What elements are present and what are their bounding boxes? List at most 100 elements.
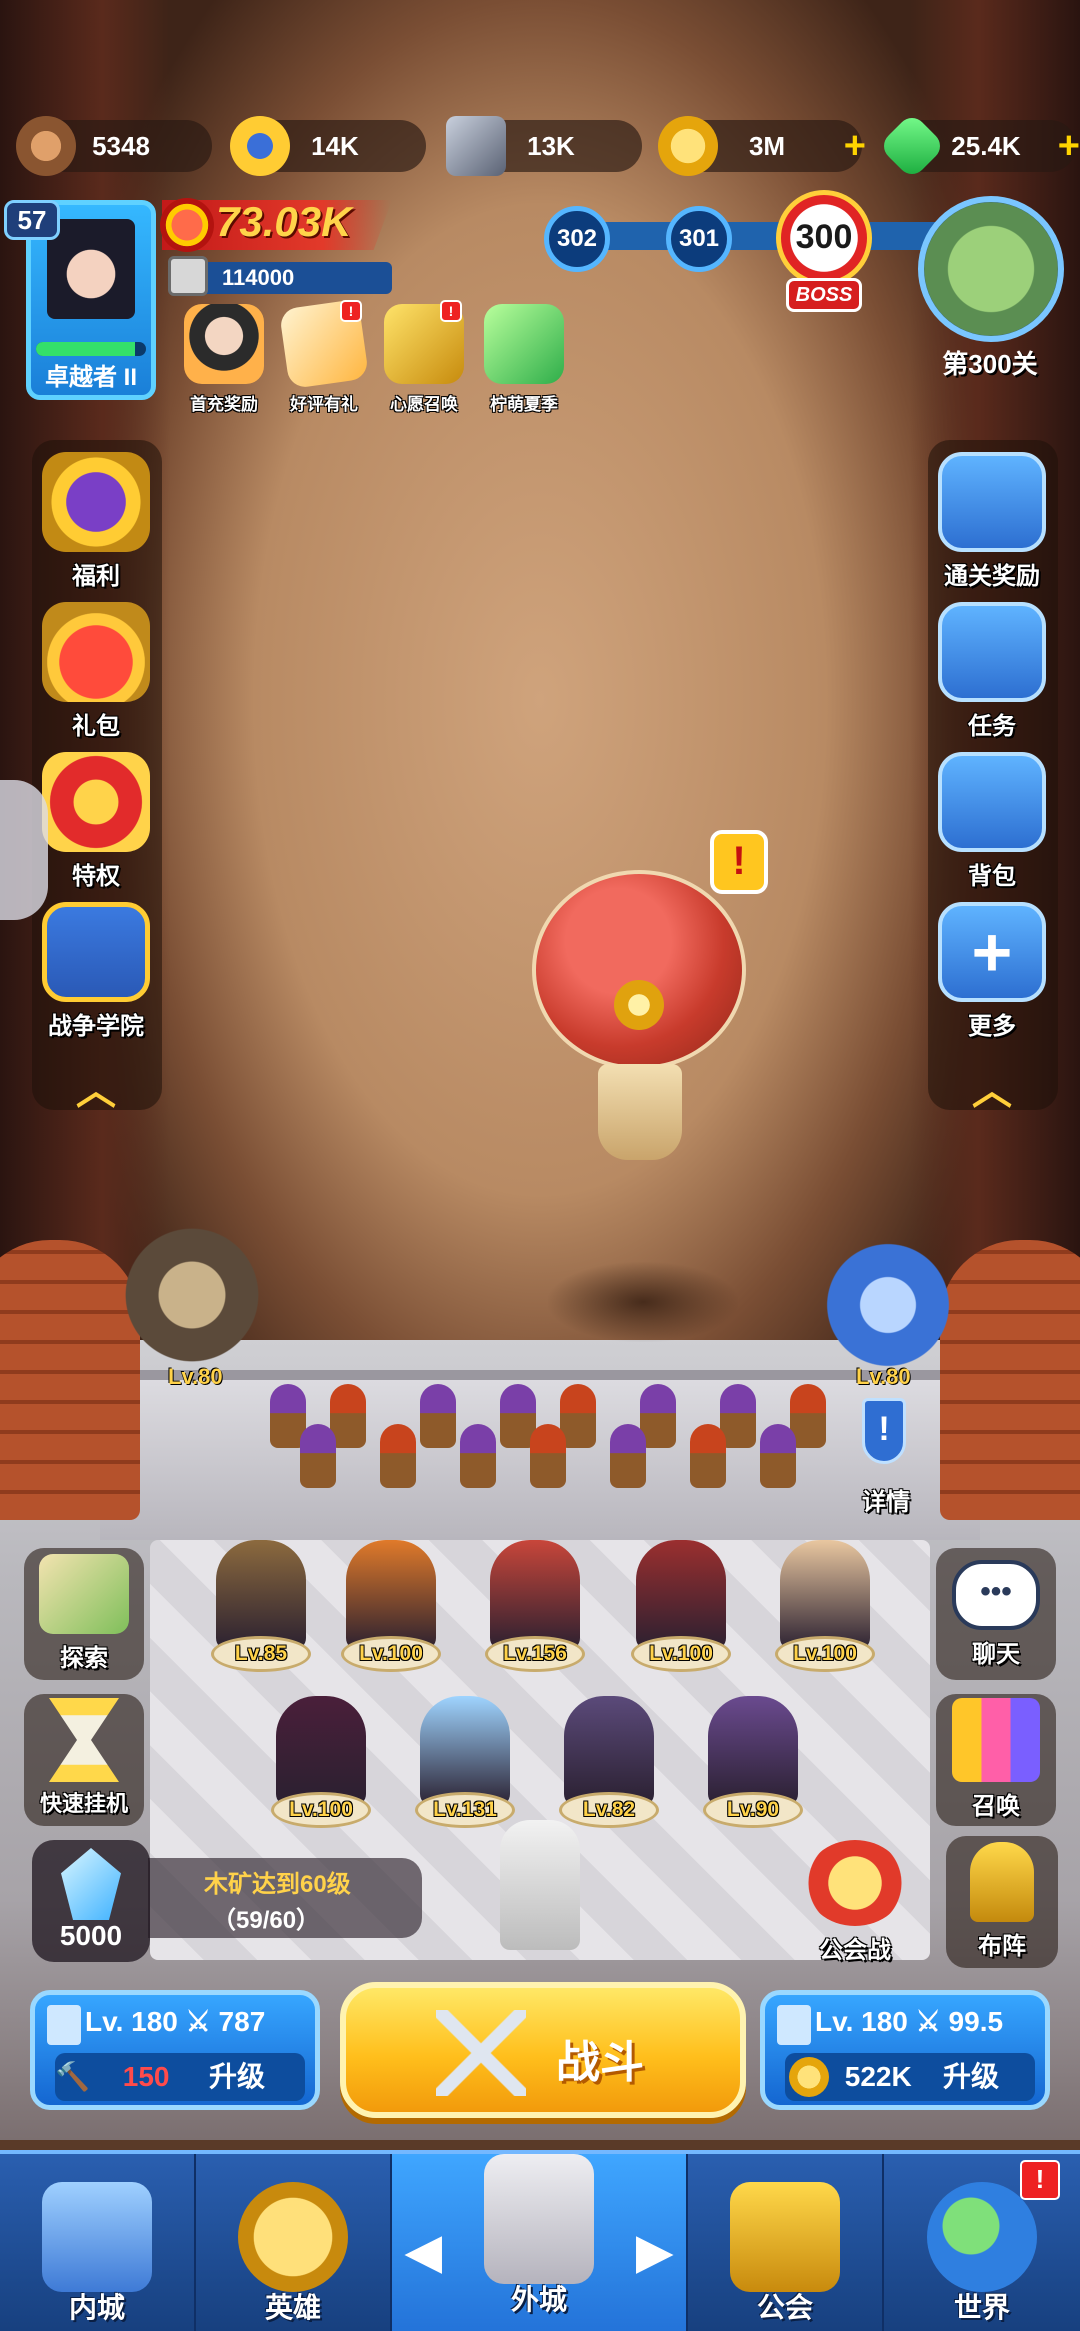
guild-war-button[interactable]: 公会战 [790,1840,920,1964]
king-statue [500,1820,580,1950]
quest-banner[interactable]: 木矿达到60级 （59/60） [148,1858,422,1938]
stage-node-301[interactable]: 301 [666,206,732,272]
battle-button[interactable]: 战斗 [340,1982,746,2118]
bow-power: 99.5 [948,2006,1004,2037]
wall-upgrade-button[interactable]: 升级 [209,2053,265,2101]
avatar-portrait [47,219,135,319]
summon-button[interactable]: 召唤 [936,1694,1056,1826]
detail-banner-icon[interactable]: ! [862,1398,906,1464]
explore-button[interactable]: 探索 [24,1548,144,1680]
quick-idle-button[interactable]: 快速挂机 [24,1694,144,1826]
wall-upgrade-card[interactable]: Lv. 180 ⚔ 787 🔨 150 升级 [30,1990,320,2110]
resource-gem[interactable]: 25.4K + [878,112,1080,180]
event-review-gift[interactable]: ! 好评有礼 [278,298,370,414]
hero-slot[interactable]: Lv.85 [206,1540,316,1690]
more-button[interactable]: + 更多 [932,902,1052,1050]
hero-slot[interactable]: Lv.100 [770,1540,880,1690]
formation-button[interactable]: 布阵 [946,1836,1058,1968]
hero-slot[interactable]: Lv.90 [698,1696,808,1846]
add-gold-icon[interactable]: + [844,127,866,165]
xp-bar [36,342,146,356]
gift-pack-button[interactable]: 礼包 [36,602,156,750]
hero-level: Lv.100 [649,1642,713,1665]
hero-level: Lv.90 [726,1798,780,1821]
hero-level: Lv.82 [582,1798,636,1821]
first-recharge-icon [184,304,264,384]
bow-upgrade-card[interactable]: Lv. 180 ⚔ 99.5 522K 升级 [760,1990,1050,2110]
resource-medal[interactable]: 14K [230,116,426,176]
hero-level: Lv.100 [793,1642,857,1665]
gold-coin-icon [658,116,718,176]
task-button[interactable]: 任务 [932,602,1052,750]
iron-ingot-icon [446,116,506,176]
backpack-button[interactable]: 背包 [932,752,1052,900]
hero-figure [780,1540,870,1650]
player-level-badge: 57 [4,200,60,240]
resource-wood[interactable]: 5348 [16,116,212,176]
lemon-summer-icon [484,304,564,384]
war-academy-button[interactable]: 战争学院 [36,902,156,1050]
notification-badge: ! [340,300,362,322]
crystal-value: 5000 [59,1920,123,1951]
collapse-left-menu-icon[interactable]: ︿ [66,1058,126,1116]
event-lemon-summer[interactable]: 柠萌夏季 [478,304,570,414]
backpack-icon [938,752,1046,852]
outer-castle-icon [484,2154,594,2284]
resource-iron[interactable]: 13K [446,116,642,176]
nav-next-arrow-icon[interactable]: ▶ [637,2224,672,2278]
bow-upgrade-button[interactable]: 升级 [943,2053,999,2101]
supply-balloon[interactable] [532,870,746,1070]
detail-label[interactable]: 详情 [856,1482,916,1517]
stage-node-302[interactable]: 302 [544,206,610,272]
hero-slot[interactable]: Lv.156 [480,1540,590,1690]
balloon-shadow [548,1262,738,1342]
hero-figure [276,1696,366,1806]
chat-button[interactable]: ••• 聊天 [936,1548,1056,1680]
notification-badge: ! [1020,2160,1060,2200]
nav-inner-castle[interactable]: 内城 [0,2154,196,2331]
resource-gold[interactable]: 3M + [658,116,866,176]
clear-reward-button[interactable]: 通关奖励 [932,452,1052,600]
crossed-swords-icon [805,1840,905,1926]
hero-slot[interactable]: Lv.100 [626,1540,736,1690]
soldier [380,1424,416,1488]
chat-icon: ••• [952,1560,1040,1630]
nav-guild[interactable]: 公会 [688,2154,884,2331]
notification-badge: ! [440,300,462,322]
clear-reward-icon [938,452,1046,552]
event-wish-summon[interactable]: ! 心愿召唤 [378,300,470,414]
stage-map-icon[interactable] [918,196,1064,342]
hero-figure [636,1540,726,1650]
nav-world[interactable]: ! 世界 [884,2154,1080,2331]
nav-outer-castle[interactable]: 外城 ◀ ▶ [392,2154,688,2331]
hero-slot[interactable]: Lv.100 [266,1696,376,1846]
guild-handshake-icon [730,2182,840,2292]
nav-heroes[interactable]: 英雄 [196,2154,392,2331]
left-tower-level: Lv.80 [168,1364,223,1389]
collapse-right-menu-icon[interactable]: ︿ [962,1058,1022,1116]
welfare-button[interactable]: 福利 [36,452,156,600]
quest-progress: （59/60） [212,1907,321,1934]
right-magic-tower[interactable] [808,1230,968,1380]
hero-figure [420,1696,510,1806]
hammer-icon: 🔨 [55,2061,90,2092]
hero-figure [564,1696,654,1806]
welfare-icon [42,452,150,552]
crystal-button[interactable]: 5000 [32,1840,150,1962]
boss-stage-node[interactable]: 300 [776,190,872,286]
hero-slot[interactable]: Lv.82 [554,1696,664,1846]
left-crossbow-tower[interactable] [112,1220,272,1370]
hero-slot[interactable]: Lv.131 [410,1696,520,1846]
hero-slot[interactable]: Lv.100 [336,1540,446,1690]
add-gem-icon[interactable]: + [1058,127,1080,165]
event-first-recharge[interactable]: 首充奖励 [178,304,270,414]
alert-bubble-icon[interactable]: ! [710,830,768,894]
task-icon [938,602,1046,702]
floating-side-tab[interactable] [0,780,48,920]
bow-upgrade-cost: 522K [844,2061,912,2092]
fist-power-icon [160,198,214,252]
wood-log-icon [16,116,76,176]
privilege-button[interactable]: 特权 [36,752,156,900]
chess-rook-icon [970,1842,1034,1922]
nav-prev-arrow-icon[interactable]: ◀ [406,2224,441,2278]
